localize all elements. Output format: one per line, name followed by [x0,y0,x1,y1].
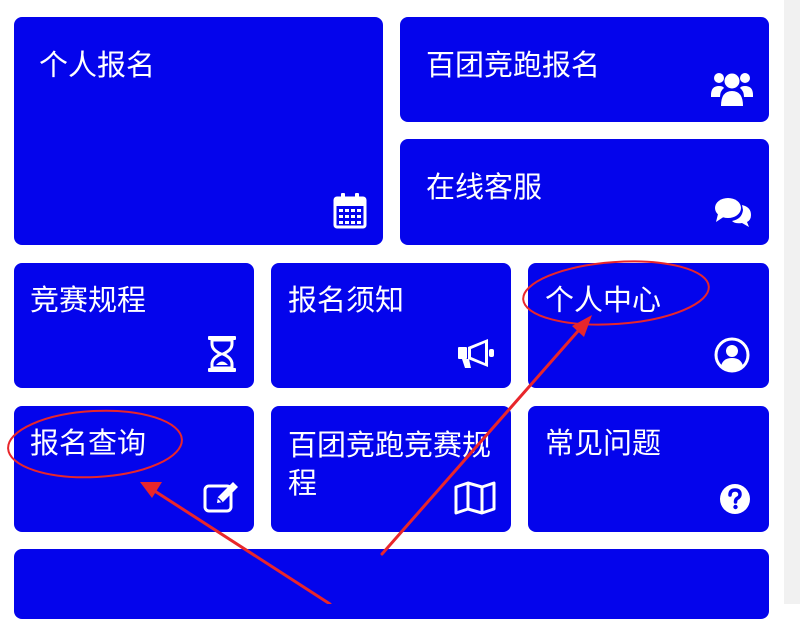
tile-label: 个人中心 [545,283,662,317]
tile-label: 在线客服 [426,170,543,204]
calendar-icon [333,193,367,229]
tile-race-rules[interactable]: 竞赛规程 [14,263,254,388]
tile-group-race-signup[interactable]: 百团竞跑报名 [400,17,769,122]
tile-label: 报名须知 [288,283,405,317]
tile-label: 竞赛规程 [30,283,147,317]
hourglass-icon [207,336,237,372]
question-circle-icon [719,483,751,515]
edit-icon [203,481,241,513]
tile-bottom-partial[interactable] [14,549,769,619]
users-icon [711,69,753,107]
user-circle-icon [714,337,750,373]
tile-label: 个人报名 [39,48,156,82]
tile-label: 常见问题 [545,426,662,460]
megaphone-icon [458,337,496,369]
tile-signup-query[interactable]: 报名查询 [14,406,254,532]
tile-online-support[interactable]: 在线客服 [400,139,769,245]
tile-signup-notice[interactable]: 报名须知 [271,263,511,388]
tile-personal-center[interactable]: 个人中心 [528,263,769,388]
chat-icon [714,197,752,227]
tile-personal-signup[interactable]: 个人报名 [14,17,383,245]
tile-label: 百团竞跑报名 [426,48,601,82]
map-icon [454,481,496,515]
scrollbar-track[interactable] [784,0,800,604]
tile-faq[interactable]: 常见问题 [528,406,769,532]
tile-group-race-rules[interactable]: 百团竞跑竞赛规 程 [271,406,511,532]
tile-label: 报名查询 [30,426,147,460]
